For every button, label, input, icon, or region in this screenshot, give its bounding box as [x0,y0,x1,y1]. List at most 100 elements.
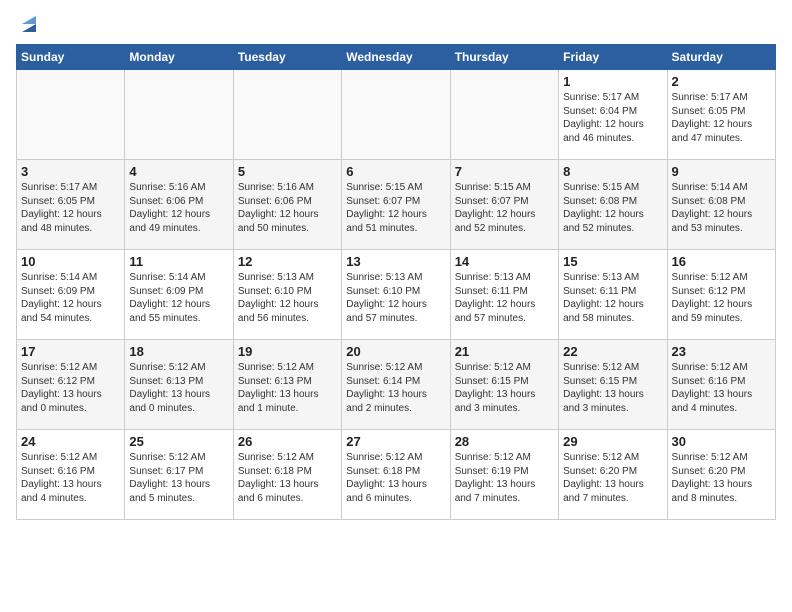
calendar-cell: 29Sunrise: 5:12 AMSunset: 6:20 PMDayligh… [559,430,667,520]
calendar-cell: 25Sunrise: 5:12 AMSunset: 6:17 PMDayligh… [125,430,233,520]
day-info: and 6 minutes. [238,492,337,506]
day-number: 14 [455,254,554,269]
day-info: Daylight: 13 hours [238,388,337,402]
day-info: Sunset: 6:15 PM [455,375,554,389]
day-info: Sunset: 6:08 PM [672,195,771,209]
day-info: and 3 minutes. [455,402,554,416]
calendar-cell: 27Sunrise: 5:12 AMSunset: 6:18 PMDayligh… [342,430,450,520]
day-number: 15 [563,254,662,269]
day-info: Sunset: 6:11 PM [455,285,554,299]
day-info: Sunset: 6:07 PM [455,195,554,209]
calendar-cell: 20Sunrise: 5:12 AMSunset: 6:14 PMDayligh… [342,340,450,430]
day-info: and 7 minutes. [455,492,554,506]
calendar-cell [450,70,558,160]
day-info: and 48 minutes. [21,222,120,236]
calendar-cell: 7Sunrise: 5:15 AMSunset: 6:07 PMDaylight… [450,160,558,250]
day-info: Daylight: 12 hours [563,298,662,312]
day-info: Sunrise: 5:15 AM [346,181,445,195]
calendar-cell: 28Sunrise: 5:12 AMSunset: 6:19 PMDayligh… [450,430,558,520]
day-number: 19 [238,344,337,359]
calendar-cell: 19Sunrise: 5:12 AMSunset: 6:13 PMDayligh… [233,340,341,430]
day-info: and 52 minutes. [563,222,662,236]
day-info: Daylight: 12 hours [672,118,771,132]
day-info: Sunset: 6:12 PM [21,375,120,389]
day-number: 22 [563,344,662,359]
calendar-cell: 8Sunrise: 5:15 AMSunset: 6:08 PMDaylight… [559,160,667,250]
day-info: Daylight: 13 hours [129,388,228,402]
day-info: and 57 minutes. [455,312,554,326]
day-info: Sunrise: 5:12 AM [672,451,771,465]
day-info: Sunrise: 5:12 AM [346,451,445,465]
day-number: 23 [672,344,771,359]
calendar-cell: 22Sunrise: 5:12 AMSunset: 6:15 PMDayligh… [559,340,667,430]
day-info: Daylight: 13 hours [455,388,554,402]
day-info: Sunset: 6:19 PM [455,465,554,479]
day-info: Sunrise: 5:15 AM [563,181,662,195]
day-info: Daylight: 12 hours [672,298,771,312]
day-number: 11 [129,254,228,269]
day-number: 25 [129,434,228,449]
day-info: Sunrise: 5:16 AM [129,181,228,195]
calendar-cell [233,70,341,160]
day-number: 10 [21,254,120,269]
day-number: 1 [563,74,662,89]
day-number: 29 [563,434,662,449]
day-info: Sunset: 6:08 PM [563,195,662,209]
day-info: and 1 minute. [238,402,337,416]
weekday-header-saturday: Saturday [667,45,775,70]
day-info: Daylight: 13 hours [563,478,662,492]
day-info: Sunrise: 5:14 AM [21,271,120,285]
weekday-header-tuesday: Tuesday [233,45,341,70]
day-info: Daylight: 12 hours [238,298,337,312]
day-info: Sunset: 6:14 PM [346,375,445,389]
calendar-cell: 5Sunrise: 5:16 AMSunset: 6:06 PMDaylight… [233,160,341,250]
day-info: Daylight: 12 hours [346,208,445,222]
calendar-cell: 14Sunrise: 5:13 AMSunset: 6:11 PMDayligh… [450,250,558,340]
day-info: Daylight: 12 hours [238,208,337,222]
day-info: and 51 minutes. [346,222,445,236]
calendar-cell: 6Sunrise: 5:15 AMSunset: 6:07 PMDaylight… [342,160,450,250]
day-number: 16 [672,254,771,269]
day-info: Sunset: 6:04 PM [563,105,662,119]
day-info: Sunrise: 5:12 AM [238,361,337,375]
weekday-header-sunday: Sunday [17,45,125,70]
day-number: 9 [672,164,771,179]
day-info: Sunset: 6:16 PM [21,465,120,479]
page-header [16,16,776,32]
day-info: and 0 minutes. [21,402,120,416]
day-info: Sunrise: 5:12 AM [129,451,228,465]
day-number: 28 [455,434,554,449]
day-info: and 4 minutes. [21,492,120,506]
calendar-cell: 17Sunrise: 5:12 AMSunset: 6:12 PMDayligh… [17,340,125,430]
day-info: and 57 minutes. [346,312,445,326]
calendar-cell: 11Sunrise: 5:14 AMSunset: 6:09 PMDayligh… [125,250,233,340]
day-info: Daylight: 13 hours [129,478,228,492]
day-number: 6 [346,164,445,179]
day-number: 13 [346,254,445,269]
day-number: 3 [21,164,120,179]
day-info: Daylight: 13 hours [346,478,445,492]
calendar-cell: 30Sunrise: 5:12 AMSunset: 6:20 PMDayligh… [667,430,775,520]
day-info: and 46 minutes. [563,132,662,146]
day-info: Daylight: 12 hours [563,118,662,132]
day-info: Daylight: 13 hours [563,388,662,402]
day-info: and 6 minutes. [346,492,445,506]
day-info: Sunset: 6:11 PM [563,285,662,299]
day-number: 4 [129,164,228,179]
day-info: and 5 minutes. [129,492,228,506]
day-info: Daylight: 12 hours [563,208,662,222]
day-info: Sunset: 6:20 PM [672,465,771,479]
day-info: Sunset: 6:12 PM [672,285,771,299]
day-info: Daylight: 13 hours [346,388,445,402]
day-number: 24 [21,434,120,449]
calendar-cell: 18Sunrise: 5:12 AMSunset: 6:13 PMDayligh… [125,340,233,430]
day-info: Sunrise: 5:17 AM [563,91,662,105]
day-number: 27 [346,434,445,449]
day-info: Daylight: 13 hours [455,478,554,492]
calendar-cell [17,70,125,160]
day-info: Sunrise: 5:14 AM [129,271,228,285]
day-info: and 8 minutes. [672,492,771,506]
day-info: Sunset: 6:16 PM [672,375,771,389]
day-info: Sunset: 6:15 PM [563,375,662,389]
day-info: Sunset: 6:05 PM [672,105,771,119]
